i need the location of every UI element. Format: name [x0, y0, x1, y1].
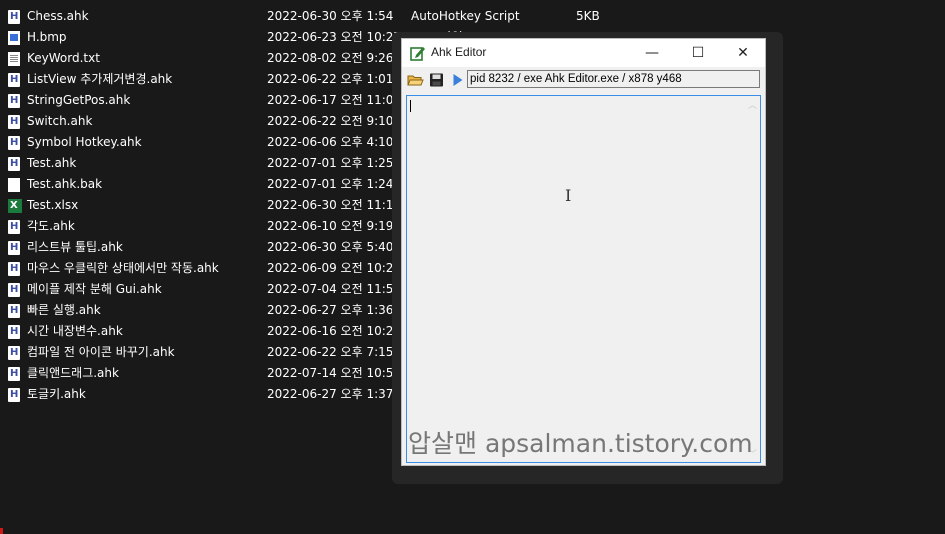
- file-row[interactable]: Chess.ahk 2022-06-30 오후 1:54 AutoHotkey Sc…: [0, 6, 640, 27]
- file-date: 2022-06-09 오전 10:24: [267, 261, 402, 275]
- file-date: 2022-06-27 오후 1:37: [267, 387, 394, 401]
- file-name: Chess.ahk: [27, 9, 89, 23]
- maximize-button[interactable]: ☐: [675, 39, 721, 67]
- file-name: ListView 추가제거변경.ahk: [27, 72, 173, 86]
- run-play-icon[interactable]: [449, 72, 466, 88]
- xlsx-file-icon: [8, 195, 22, 216]
- close-button[interactable]: ✕: [720, 39, 766, 67]
- file-date: 2022-06-17 오전 11:06: [267, 93, 402, 107]
- file-name: Symbol Hotkey.ahk: [27, 135, 142, 149]
- ahk-file-icon: [8, 342, 20, 363]
- ahk-file-icon: [8, 363, 20, 384]
- ahk-file-icon: [8, 69, 20, 90]
- file-date: 2022-06-30 오전 11:11: [267, 198, 402, 212]
- watermark-text: 압살맨 apsalman.tistory.com: [408, 429, 753, 458]
- mouse-ibeam-cursor-icon: I: [565, 186, 572, 205]
- minimize-icon: —: [645, 45, 659, 61]
- maximize-icon: ☐: [691, 45, 705, 61]
- close-icon: ✕: [737, 45, 749, 61]
- file-date: 2022-07-04 오전 11:50: [267, 282, 402, 296]
- title-bar[interactable]: Ahk Editor — ☐ ✕: [402, 39, 765, 67]
- file-name: 리스트뷰 툴팁.ahk: [27, 240, 123, 254]
- ahk-file-icon: [8, 111, 20, 132]
- text-caret: [410, 100, 411, 112]
- red-corner-mark: [0, 528, 3, 534]
- bmp-file-icon: [8, 31, 20, 45]
- txt-file-icon: [8, 52, 20, 66]
- file-date: 2022-06-16 오전 10:29: [267, 324, 402, 338]
- file-date: 2022-07-01 오후 1:24: [267, 177, 394, 191]
- ahk-editor-window[interactable]: Ahk Editor — ☐ ✕ pid 8232 / exe Ahk Edit…: [401, 38, 766, 466]
- file-date: 2022-06-23 오전 10:27: [267, 30, 402, 44]
- file-date: 2022-06-22 오후 1:01: [267, 72, 394, 86]
- file-name: 클릭앤드래그.ahk: [27, 366, 119, 380]
- ahk-file-icon: [8, 279, 20, 300]
- ahk-file-icon: [8, 258, 20, 279]
- open-folder-icon[interactable]: [407, 72, 424, 88]
- ahk-file-icon: [8, 153, 20, 174]
- bak-file-icon: [8, 178, 20, 192]
- file-date: 2022-06-27 오후 1:36: [267, 303, 394, 317]
- file-name: 마우스 우클릭한 상태에서만 작동.ahk: [27, 261, 219, 275]
- ahk-file-icon: [8, 237, 20, 258]
- ahk-file-icon: [8, 300, 20, 321]
- file-name: 빠른 실행.ahk: [27, 303, 101, 317]
- ahk-file-icon: [8, 321, 20, 342]
- ahk-file-icon: [8, 132, 20, 153]
- file-name: Test.ahk: [27, 156, 77, 170]
- file-date: 2022-06-06 오후 4:10: [267, 135, 394, 149]
- file-date: 2022-06-22 오전 9:10: [267, 114, 394, 128]
- file-date: 2022-06-30 오후 1:54: [267, 9, 394, 23]
- scroll-up-icon[interactable]: ︿: [748, 98, 757, 111]
- file-name: 시간 내장변수.ahk: [27, 324, 123, 338]
- file-name: Test.xlsx: [27, 198, 79, 212]
- file-name: 컴파일 전 아이콘 바꾸기.ahk: [27, 345, 175, 359]
- file-name: KeyWord.txt: [27, 51, 100, 65]
- edit-pencil-icon: [410, 47, 425, 61]
- file-date: 2022-07-14 오전 10:53: [267, 366, 402, 380]
- save-disk-icon[interactable]: [428, 72, 445, 88]
- file-name: H.bmp: [27, 30, 67, 44]
- file-date: 2022-06-10 오전 9:19: [267, 219, 394, 233]
- file-name: StringGetPos.ahk: [27, 93, 131, 107]
- code-editor-textarea[interactable]: ︿ ﹀ I: [406, 95, 761, 463]
- file-type: AutoHotkey Script: [411, 9, 520, 23]
- file-name: 토글키.ahk: [27, 387, 86, 401]
- file-size: 5KB: [576, 9, 600, 23]
- file-date: 2022-06-30 오후 5:40: [267, 240, 394, 254]
- file-date: 2022-06-22 오후 7:15: [267, 345, 394, 359]
- file-name: Test.ahk.bak: [27, 177, 103, 191]
- ahk-file-icon: [8, 6, 20, 27]
- file-date: 2022-08-02 오전 9:26: [267, 51, 394, 65]
- ahk-file-icon: [8, 384, 20, 405]
- ahk-file-icon: [8, 90, 20, 111]
- file-name: 메이플 제작 분해 Gui.ahk: [27, 282, 162, 296]
- file-name: 각도.ahk: [27, 219, 75, 233]
- window-title: Ahk Editor: [431, 45, 487, 59]
- ahk-file-icon: [8, 216, 20, 237]
- file-name: Switch.ahk: [27, 114, 93, 128]
- status-field[interactable]: pid 8232 / exe Ahk Editor.exe / x878 y46…: [467, 70, 760, 88]
- file-date: 2022-07-01 오후 1:25: [267, 156, 394, 170]
- minimize-button[interactable]: —: [629, 39, 675, 67]
